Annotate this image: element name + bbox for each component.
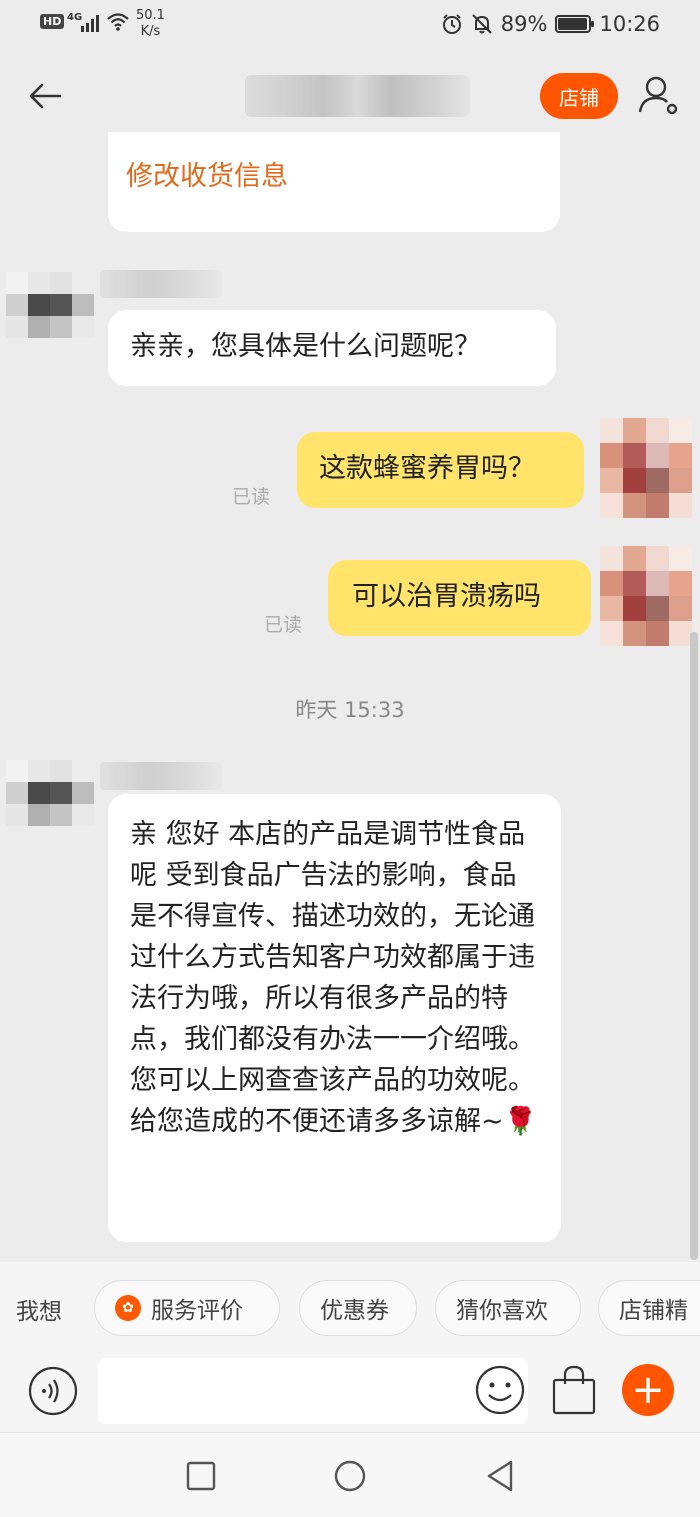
message-bubble-seller-reply: 亲 您好 本店的产品是调节性食品呢 受到食品广告法的影响，食品是不得宣传、描述功… xyxy=(108,794,561,1242)
message-text: 这款蜂蜜养胃吗？ xyxy=(319,453,535,484)
alarm-icon xyxy=(442,14,461,34)
scrollbar[interactable] xyxy=(690,632,698,1260)
home-icon[interactable] xyxy=(331,1457,369,1495)
chat-header: 店铺 xyxy=(0,50,700,142)
hd-badge: HD xyxy=(40,14,65,29)
user-settings-icon[interactable] xyxy=(636,72,682,118)
seller-avatar[interactable] xyxy=(6,760,94,826)
quick-actions-label: 我想 xyxy=(16,1299,62,1325)
speed-value: 50.1 xyxy=(136,8,165,23)
user-avatar[interactable] xyxy=(600,418,692,518)
chip-label: 店铺精 xyxy=(619,1298,688,1324)
network-speed: 50.1 K/s xyxy=(136,8,165,40)
seller-name-blurred xyxy=(100,762,222,790)
emoji-icon[interactable] xyxy=(474,1364,526,1416)
service-rating-icon: ✿ xyxy=(115,1295,141,1321)
voice-icon[interactable] xyxy=(28,1366,78,1416)
battery-percent: 89% xyxy=(500,12,548,36)
input-bar: + xyxy=(0,1352,700,1432)
chip-coupon[interactable]: 优惠券 xyxy=(299,1280,417,1336)
shop-button[interactable]: 店铺 xyxy=(540,73,618,119)
message-timestamp: 昨天 15:33 xyxy=(295,698,405,722)
back-nav-icon[interactable] xyxy=(481,1457,519,1495)
shopping-bag-icon[interactable] xyxy=(550,1364,598,1416)
status-right: 89% 10:26 xyxy=(441,12,660,36)
battery-fill xyxy=(558,18,587,30)
read-status: 已读 xyxy=(264,614,303,636)
read-status: 已读 xyxy=(232,486,271,508)
seller-name-blurred xyxy=(100,270,222,298)
message-text: 亲亲，您具体是什么问题呢？ xyxy=(130,331,481,362)
message-text: 亲 您好 本店的产品是调节性食品呢 受到食品广告法的影响，食品是不得宣传、描述功… xyxy=(130,819,538,1137)
status-bar: HD 4G 50.1 K/s 89% 10:26 xyxy=(0,0,700,50)
message-bubble-seller-question: 亲亲，您具体是什么问题呢？ xyxy=(108,310,556,386)
wifi-icon xyxy=(107,13,129,31)
chip-shop-featured[interactable]: 店铺精 xyxy=(598,1280,700,1336)
signal-icon xyxy=(81,15,99,32)
back-arrow-icon[interactable] xyxy=(26,78,66,114)
chip-guess-you-like[interactable]: 猜你喜欢 xyxy=(435,1280,581,1336)
message-input[interactable] xyxy=(98,1358,528,1424)
speed-unit: K/s xyxy=(140,24,161,39)
battery-icon xyxy=(555,15,595,33)
quick-actions-bar: 我想 ✿ 服务评价 优惠券 猜你喜欢 店铺精 xyxy=(0,1262,700,1352)
chip-label: 服务评价 xyxy=(151,1298,243,1324)
system-nav-bar xyxy=(0,1432,700,1517)
chip-label: 猜你喜欢 xyxy=(456,1298,548,1324)
mute-icon xyxy=(472,14,492,34)
clock: 10:26 xyxy=(599,12,660,36)
message-bubble-user: 可以治胃溃疡吗 xyxy=(328,560,591,636)
user-avatar[interactable] xyxy=(600,546,692,646)
seller-avatar[interactable] xyxy=(6,272,94,338)
recent-apps-icon[interactable] xyxy=(182,1457,220,1495)
message-text: 可以治胃溃疡吗 xyxy=(352,581,541,612)
modify-shipping-link[interactable]: 修改收货信息 xyxy=(126,160,288,194)
shop-name-blurred xyxy=(245,75,470,117)
message-bubble-shipping: 修改收货信息 xyxy=(108,132,560,232)
chip-label: 优惠券 xyxy=(320,1298,389,1324)
message-bubble-user: 这款蜂蜜养胃吗？ xyxy=(297,432,584,508)
chip-service-rating[interactable]: ✿ 服务评价 xyxy=(94,1280,280,1336)
plus-icon[interactable]: + xyxy=(622,1364,674,1416)
